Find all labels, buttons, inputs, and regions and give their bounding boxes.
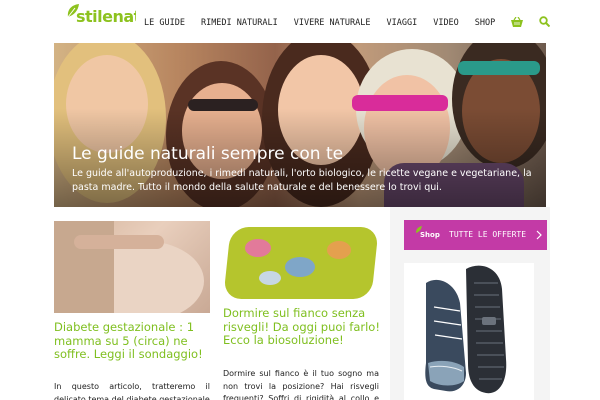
article-title-2[interactable]: Dormire sul fianco senza risvegli! Da og…: [223, 306, 383, 348]
all-offers-button[interactable]: Shop TUTTE LE OFFERTE: [404, 220, 547, 250]
site-logo[interactable]: stilenatu: [66, 3, 136, 29]
offer-product-card[interactable]: [404, 263, 534, 400]
shop-logo-text: Shop: [420, 231, 440, 239]
shop-logo: Shop: [415, 226, 440, 241]
article-image-1[interactable]: [54, 221, 210, 313]
nav-item-vivere-naturale[interactable]: VIVERE NATURALE: [294, 18, 371, 28]
logo-text: stilenatu: [76, 7, 136, 26]
nav-item-video[interactable]: VIDEO: [433, 18, 459, 28]
main-nav: LE GUIDE RIMEDI NATURALI VIVERE NATURALE…: [136, 14, 558, 32]
all-offers-label: TUTTE LE OFFERTE: [449, 230, 527, 239]
product-image: [404, 263, 534, 400]
nav-item-shop[interactable]: SHOP: [475, 18, 495, 28]
chevron-right-icon: [536, 230, 542, 240]
hero-text: Le guide all'autoproduzione, i rimedi na…: [72, 168, 532, 193]
page: stilenatu LE GUIDE RIMEDI NATURALI VIVER…: [0, 0, 600, 400]
article-excerpt-2: Dormire sul fianco è il tuo sogno ma non…: [223, 369, 379, 400]
article-title-1[interactable]: Diabete gestazionale : 1 mamma su 5 (cir…: [54, 320, 214, 362]
hero-banner[interactable]: Le guide naturali sempre con te Le guide…: [54, 43, 546, 207]
basket-icon[interactable]: [511, 14, 524, 32]
hero-title[interactable]: Le guide naturali sempre con te: [72, 144, 343, 164]
article-image-2[interactable]: [223, 221, 379, 301]
search-icon[interactable]: [539, 14, 551, 32]
nav-item-rimedi-naturali[interactable]: RIMEDI NATURALI: [201, 18, 278, 28]
nav-item-le-guide[interactable]: LE GUIDE: [144, 18, 185, 28]
article-excerpt-1: In questo articolo, tratteremo il delica…: [54, 382, 210, 400]
site-header: stilenatu LE GUIDE RIMEDI NATURALI VIVER…: [0, 0, 600, 42]
nav-item-viaggi[interactable]: VIAGGI: [386, 18, 417, 28]
